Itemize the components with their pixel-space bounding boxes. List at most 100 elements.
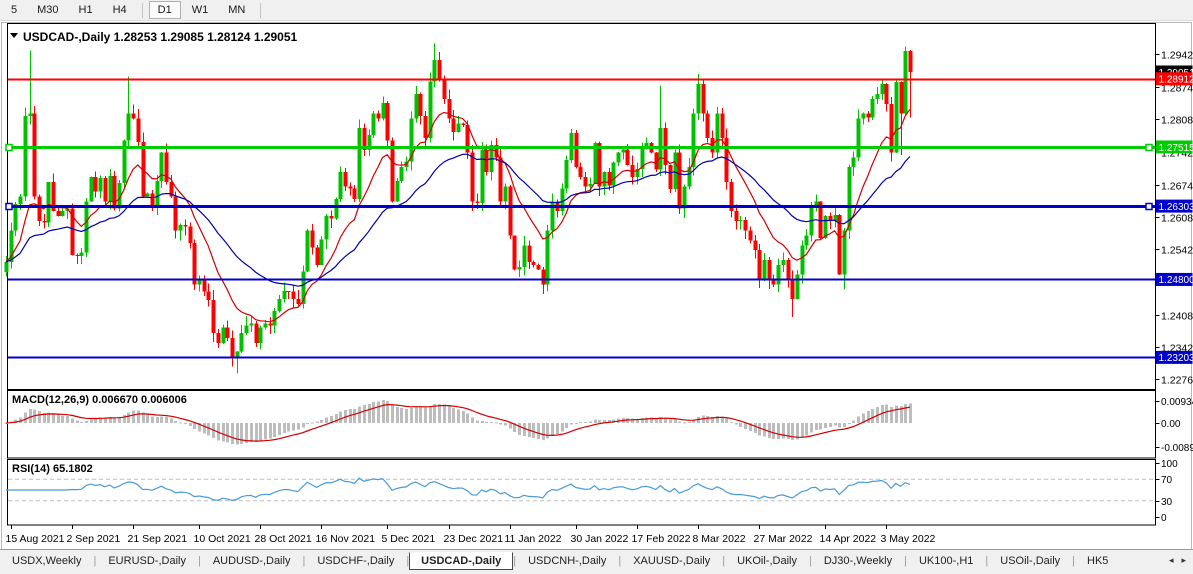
- date-axis[interactable]: 15 Aug 20212 Sep 202121 Sep 202110 Oct 2…: [6, 526, 936, 546]
- macd-bar: [76, 421, 79, 423]
- tab-usoil-daily[interactable]: USOil-,Daily: [988, 552, 1072, 570]
- candle-body: [29, 114, 33, 116]
- macd-bar: [857, 417, 860, 423]
- tab-usdchf-daily[interactable]: USDCHF-,Daily: [305, 552, 406, 570]
- timeframe-button-w1[interactable]: W1: [183, 1, 218, 19]
- macd-bar: [236, 423, 239, 445]
- macd-bar: [287, 423, 290, 431]
- macd-bar: [801, 423, 804, 438]
- candle-body: [193, 243, 197, 284]
- candle-body: [382, 103, 386, 119]
- macd-bar: [589, 422, 592, 423]
- terminal-window: 1.294201.287401.280801.274201.267401.260…: [0, 0, 1193, 574]
- macd-bar: [80, 422, 83, 423]
- candle-body: [471, 153, 475, 202]
- macd-axis-label: -0.008902: [1161, 443, 1193, 454]
- candle-body: [782, 260, 786, 265]
- candle-body: [264, 323, 268, 327]
- candle-body: [90, 177, 94, 201]
- candle-body: [283, 291, 287, 299]
- macd-axis-label: 0.00: [1161, 419, 1181, 430]
- macd-bar: [429, 406, 432, 423]
- timeframe-button-m30[interactable]: M30: [28, 1, 67, 19]
- macd-bar: [495, 422, 498, 423]
- timeframe-button-mn[interactable]: MN: [219, 1, 254, 19]
- candle-body: [763, 260, 767, 280]
- candle-body: [372, 114, 376, 135]
- price-axis[interactable]: 1.294201.287401.280801.274201.267401.260…: [1156, 50, 1193, 387]
- price-badge-label: 1.28912: [1159, 75, 1193, 86]
- macd-bar: [240, 423, 243, 444]
- tab-hk5[interactable]: HK5: [1075, 552, 1120, 570]
- scroll-left-icon[interactable]: ◂: [1165, 555, 1178, 566]
- macd-bar: [744, 423, 747, 429]
- macd-bar: [250, 423, 253, 442]
- timeframe-button-h1[interactable]: H1: [70, 1, 102, 19]
- macd-bar: [179, 423, 182, 424]
- macd-bar: [471, 417, 474, 423]
- timeframe-button-h4[interactable]: H4: [104, 1, 136, 19]
- price-badge-1.24800: 1.24800: [1156, 273, 1193, 286]
- tab-uk100-h1[interactable]: UK100-,H1: [907, 552, 985, 570]
- macd-bar: [782, 423, 785, 439]
- candle-body: [344, 172, 348, 187]
- candle-body: [481, 150, 485, 203]
- tab-usdcnh-daily[interactable]: USDCNH-,Daily: [516, 552, 618, 570]
- tab-usdcad-daily[interactable]: USDCAD-,Daily: [409, 552, 513, 570]
- tab-xauusd-daily[interactable]: XAUUSD-,Daily: [621, 552, 722, 570]
- candle-body: [744, 220, 748, 231]
- candle-body: [777, 265, 781, 285]
- candle-body: [476, 201, 480, 202]
- macd-bar: [730, 422, 733, 423]
- tab-audusd-daily[interactable]: AUDUSD-,Daily: [201, 552, 303, 570]
- candle-body: [452, 118, 456, 132]
- hline-handle-left[interactable]: [6, 204, 12, 210]
- timeframe-button-5[interactable]: 5: [2, 1, 26, 19]
- candle-body: [702, 84, 706, 113]
- macd-bar: [768, 423, 771, 438]
- macd-bar: [146, 414, 149, 423]
- candle-body: [85, 201, 89, 252]
- macd-bar: [377, 401, 380, 423]
- macd-bar: [264, 423, 267, 440]
- macd-bar: [415, 407, 418, 423]
- candle-body: [457, 123, 461, 132]
- price-tick-label: 1.28080: [1161, 115, 1193, 127]
- candle-body: [61, 211, 65, 216]
- macd-bar: [410, 408, 413, 423]
- candle-body: [174, 196, 178, 230]
- candle-body: [871, 99, 875, 118]
- candle-body: [518, 267, 522, 270]
- macd-bar: [594, 420, 597, 423]
- hline-handle-right[interactable]: [1146, 145, 1152, 151]
- hline-handle-left[interactable]: [6, 145, 12, 151]
- candle-body: [735, 211, 739, 221]
- macd-bar: [396, 407, 399, 423]
- macd-bar: [561, 423, 564, 431]
- candle-body: [909, 51, 913, 72]
- tab-eurusd-daily[interactable]: EURUSD-,Daily: [96, 552, 198, 570]
- timeframe-button-d1[interactable]: D1: [149, 1, 181, 19]
- tab-usdx-weekly[interactable]: USDX,Weekly: [0, 552, 93, 570]
- chart-title: USDCAD-,Daily 1.28253 1.29085 1.28124 1.…: [23, 30, 298, 44]
- candle-body: [278, 299, 282, 311]
- hline-handle-right[interactable]: [1146, 204, 1152, 210]
- candle-body: [669, 165, 673, 189]
- tab-ukoil-daily[interactable]: UKOil-,Daily: [725, 552, 809, 570]
- macd-bar: [852, 421, 855, 423]
- macd-bar: [193, 423, 196, 429]
- tab-dj30-weekly[interactable]: DJ30-,Weekly: [812, 552, 904, 570]
- date-tick-label: 17 Feb 2022: [632, 533, 691, 545]
- candle-body: [33, 114, 37, 197]
- candle-body: [179, 225, 183, 231]
- macd-bar: [452, 408, 455, 423]
- macd-bar: [207, 423, 210, 435]
- scroll-right-icon[interactable]: ▸: [1177, 555, 1190, 566]
- candle-body: [349, 187, 353, 189]
- candle-body: [857, 118, 861, 157]
- macd-bar: [598, 420, 601, 423]
- candle-body: [127, 114, 131, 141]
- date-tick-label: 11 Jan 2022: [505, 533, 562, 545]
- candle-body: [358, 128, 362, 199]
- price-badge-1.27515: 1.27515: [1156, 140, 1193, 153]
